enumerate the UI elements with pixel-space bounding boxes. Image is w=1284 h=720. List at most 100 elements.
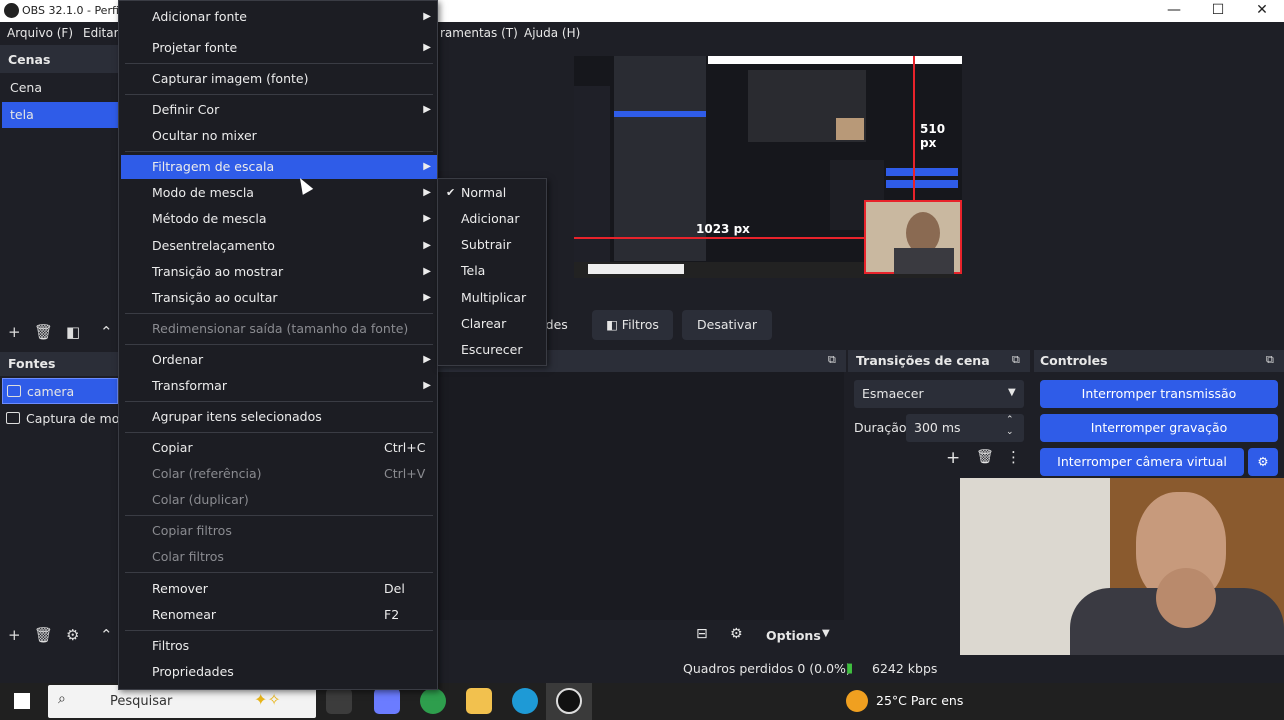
chrome-icon[interactable] <box>420 688 446 714</box>
menu-item-hide-in-mixer[interactable]: Ocultar no mixer <box>121 124 437 148</box>
camera-source-bbox[interactable] <box>864 200 962 274</box>
menu-item-capture-image[interactable]: Capturar imagem (fonte) <box>121 67 437 91</box>
submenu-item-screen[interactable]: Tela <box>439 258 546 284</box>
stop-stream-button[interactable]: Interromper transmissão <box>1040 380 1278 408</box>
source-item-camera[interactable]: camera <box>2 378 118 404</box>
submenu-item-label: Subtrair <box>461 237 512 252</box>
menu-separator <box>125 63 433 64</box>
menu-item-deinterlacing[interactable]: Desentrelaçamento ▶ <box>121 234 437 258</box>
submenu-item-multiply[interactable]: Multiplicar <box>439 285 546 311</box>
submenu-arrow-icon: ▶ <box>423 354 431 365</box>
menu-item-rename[interactable]: Renomear F2 <box>121 603 437 627</box>
menu-separator <box>125 313 433 314</box>
submenu-arrow-icon: ▶ <box>423 213 431 224</box>
monitor-icon <box>6 412 20 424</box>
stop-recording-button[interactable]: Interromper gravação <box>1040 414 1278 442</box>
submenu-item-normal[interactable]: ✔ Normal <box>439 180 546 206</box>
menu-item-add-source[interactable]: Adicionar fonte ▶ <box>121 5 437 29</box>
layout-icon[interactable]: ⊟ <box>696 626 708 642</box>
stop-virtual-camera-button[interactable]: Interromper câmera virtual <box>1040 448 1244 476</box>
spin-down-icon[interactable]: ⌄ <box>1006 427 1014 437</box>
undock-icon[interactable]: ⧉ <box>828 353 836 367</box>
menu-item-label: Definir Cor <box>152 102 220 117</box>
submenu-item-label: Normal <box>461 185 507 200</box>
add-icon[interactable]: + <box>8 323 21 341</box>
copilot-icon[interactable] <box>374 688 400 714</box>
menu-item-label: Copiar filtros <box>152 523 232 538</box>
edge-icon[interactable] <box>512 688 538 714</box>
obs-taskbar-active[interactable] <box>546 683 592 720</box>
source-item-capture[interactable]: Captura de mon <box>2 406 118 432</box>
menu-ajuda[interactable]: Ajuda (H) <box>524 26 580 40</box>
trash-icon[interactable]: 🗑 <box>34 626 53 644</box>
gear-icon[interactable]: ⚙ <box>66 626 79 644</box>
submenu-arrow-icon: ▶ <box>423 266 431 277</box>
add-icon[interactable]: + <box>946 448 960 468</box>
trash-icon[interactable]: 🗑 <box>976 449 994 465</box>
sparkle-icon: ✦✧ <box>254 690 281 709</box>
preview-canvas[interactable]: 510 px 1023 px <box>574 56 962 278</box>
duration-spinbox[interactable]: 300 ms ⌃ ⌄ <box>906 414 1024 442</box>
submenu-item-subtract[interactable]: Subtrair <box>439 232 546 258</box>
menu-item-remove[interactable]: Remover Del <box>121 577 437 601</box>
options-button[interactable]: Options <box>766 628 821 643</box>
menu-item-label: Renomear <box>152 607 217 622</box>
menu-item-label: Método de mescla <box>152 211 267 226</box>
menu-item-set-color[interactable]: Definir Cor ▶ <box>121 98 437 122</box>
minimize-button[interactable]: — <box>1152 0 1196 22</box>
chevron-down-icon: ▼ <box>1008 387 1016 398</box>
menu-item-blend-method[interactable]: Método de mescla ▶ <box>121 207 437 231</box>
menu-item-copy[interactable]: Copiar Ctrl+C <box>121 436 437 460</box>
transition-select[interactable]: Esmaecer ▼ <box>854 380 1024 408</box>
more-icon[interactable]: ⋮ <box>1006 448 1021 466</box>
submenu-arrow-icon: ▶ <box>423 187 431 198</box>
mixer-body <box>438 372 844 620</box>
chevron-down-icon[interactable]: ▼ <box>822 628 830 639</box>
submenu-arrow-icon: ▶ <box>423 104 431 115</box>
sources-title: Fontes <box>8 356 56 371</box>
submenu-item-label: Multiplicar <box>461 290 527 305</box>
submenu-item-label: Clarear <box>461 316 507 331</box>
menu-item-transform[interactable]: Transformar ▶ <box>121 374 437 398</box>
scene-item-selected[interactable]: tela <box>2 102 118 128</box>
menu-item-label: Agrupar itens selecionados <box>152 409 322 424</box>
filter-icon[interactable]: ◧ <box>66 323 80 341</box>
close-button[interactable]: ✕ <box>1240 0 1284 22</box>
menu-editar[interactable]: Editar <box>83 26 119 40</box>
chevron-up-icon[interactable]: ⌃ <box>100 626 113 644</box>
menu-arquivo[interactable]: Arquivo (F) <box>7 26 73 40</box>
undock-icon[interactable]: ⧉ <box>1266 353 1274 367</box>
menu-item-group-selected[interactable]: Agrupar itens selecionados <box>121 405 437 429</box>
virtual-camera-settings-button[interactable]: ⚙ <box>1248 448 1278 476</box>
menu-item-scale-filtering[interactable]: Filtragem de escala ▶ <box>121 155 437 179</box>
filters-button[interactable]: ◧ Filtros <box>592 310 673 340</box>
submenu-item-lighten[interactable]: Clarear <box>439 311 546 337</box>
task-view-icon[interactable] <box>326 688 352 714</box>
trash-icon[interactable]: 🗑 <box>34 323 53 341</box>
windows-start-icon[interactable] <box>14 693 30 709</box>
transitions-header: Transições de cena ⧉ <box>848 350 1030 372</box>
undock-icon[interactable]: ⧉ <box>1012 353 1020 367</box>
gear-icon[interactable]: ⚙ <box>730 626 743 642</box>
deactivate-button[interactable]: Desativar <box>682 310 773 340</box>
scene-item[interactable]: Cena <box>2 75 118 101</box>
chevron-up-icon[interactable]: ⌃ <box>100 323 113 341</box>
menu-separator <box>125 572 433 573</box>
add-icon[interactable]: + <box>8 626 21 644</box>
menu-item-project-source[interactable]: Projetar fonte ▶ <box>121 36 437 60</box>
file-explorer-icon[interactable] <box>466 688 492 714</box>
check-icon: ✔ <box>446 186 456 199</box>
menu-item-blend-mode[interactable]: Modo de mescla ▶ <box>121 181 437 205</box>
menu-item-properties[interactable]: Propriedades <box>121 660 437 684</box>
menu-item-order[interactable]: Ordenar ▶ <box>121 348 437 372</box>
spin-up-icon[interactable]: ⌃ <box>1006 415 1014 425</box>
menu-item-hide-transition[interactable]: Transição ao ocultar ▶ <box>121 286 437 310</box>
source-label: Captura de mon <box>26 411 118 426</box>
captured-titlebar <box>708 56 962 64</box>
menu-item-show-transition[interactable]: Transição ao mostrar ▶ <box>121 260 437 284</box>
submenu-item-darken[interactable]: Escurecer <box>439 337 546 363</box>
menu-item-filters[interactable]: Filtros <box>121 634 437 658</box>
maximize-button[interactable]: ☐ <box>1196 0 1240 22</box>
submenu-item-add[interactable]: Adicionar <box>439 206 546 232</box>
menu-ferramentas[interactable]: ramentas (T) <box>440 26 518 40</box>
